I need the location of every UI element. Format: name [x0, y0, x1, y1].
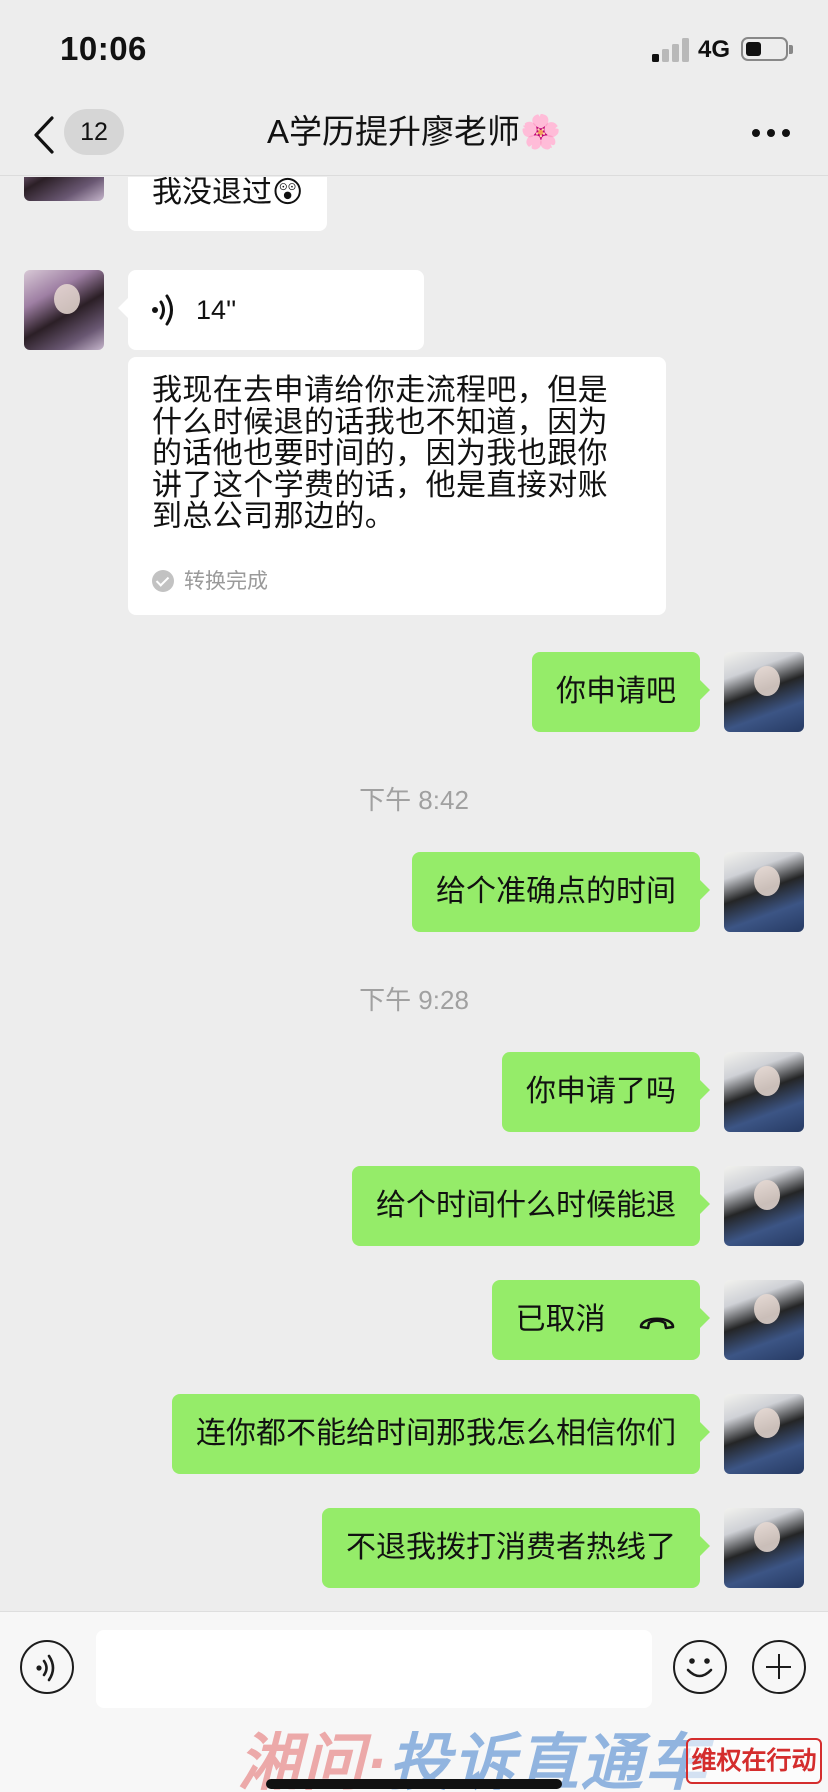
message-bubble[interactable]: 你申请吧: [532, 652, 710, 732]
transcript-line: 到总公司那边的。: [152, 500, 396, 533]
contact-avatar[interactable]: [24, 177, 104, 201]
message-text: 连你都不能给时间那我怎么相信你们: [196, 1417, 676, 1450]
message-text: 给个时间什么时候能退: [376, 1189, 676, 1222]
message-bubble[interactable]: 不退我拨打消费者热线了: [322, 1508, 710, 1588]
voice-message-bubble[interactable]: 14'': [118, 270, 424, 350]
emoji-icon[interactable]: [673, 1640, 727, 1694]
message-input[interactable]: [96, 1630, 652, 1708]
status-bar: 10:06 4G: [0, 0, 828, 96]
timestamp: 下午 8:42: [359, 785, 469, 815]
voice-transcript[interactable]: 我现在去申请给你走流程吧，但是 什么时候退的话我也不知道，因为 的话他也要时间的…: [128, 357, 666, 615]
transcript-text: 我现在去申请给你走流程吧，但是 什么时候退的话我也不知道，因为 的话他也要时间的…: [152, 375, 642, 533]
message-bubble[interactable]: 我没退过😲: [128, 177, 328, 231]
status-time: 10:06: [60, 30, 147, 67]
message-bubble[interactable]: 给个时间什么时候能退: [352, 1166, 710, 1246]
transcript-line: 讲了这个学费的话，他是直接对账: [152, 468, 608, 502]
message-text: 你申请了吗: [526, 1075, 676, 1108]
message-text: 不退我拨打消费者热线了: [346, 1531, 676, 1564]
message-bubble[interactable]: 连你都不能给时间那我怎么相信你们: [172, 1394, 710, 1474]
chat-title: A学历提升廖老师🌸: [266, 113, 562, 150]
plus-icon[interactable]: [752, 1640, 806, 1694]
network-label: 4G: [698, 36, 731, 63]
message-list[interactable]: 我没退过😲 14'' 我现在去申请给你走流程吧，但是 什么时候退的话我也不知道，…: [0, 177, 828, 1611]
call-status-text: 已取消: [515, 1303, 606, 1336]
my-avatar[interactable]: [724, 852, 804, 932]
call-record-bubble[interactable]: 已取消: [491, 1280, 711, 1360]
my-avatar[interactable]: [724, 652, 804, 732]
contact-avatar[interactable]: [24, 270, 104, 350]
message-bubble[interactable]: 你申请了吗: [502, 1052, 710, 1132]
input-bar: 湘问·投诉直通车 维权在行动: [0, 1611, 828, 1792]
home-indicator[interactable]: [266, 1779, 562, 1789]
phone-hangup-icon: [638, 1305, 676, 1330]
timestamp: 下午 9:28: [359, 985, 469, 1015]
my-avatar[interactable]: [724, 1508, 804, 1588]
transcript-line: 我现在去申请给你走流程吧，但是: [152, 374, 608, 407]
my-avatar[interactable]: [724, 1166, 804, 1246]
chat-header: 12 A学历提升廖老师🌸: [0, 96, 828, 176]
my-avatar[interactable]: [724, 1394, 804, 1474]
transcript-line: 的话他也要时间的，因为我也跟你: [152, 437, 608, 470]
watermark-stamp: 维权在行动: [686, 1738, 822, 1784]
message-bubble[interactable]: 给个准确点的时间: [412, 852, 710, 932]
voice-input-icon[interactable]: [20, 1640, 74, 1694]
transcript-line: 什么时候退的话我也不知道，因为: [152, 405, 608, 439]
transcript-status-label: 转换完成: [184, 570, 268, 593]
my-avatar[interactable]: [724, 1052, 804, 1132]
transcript-status: 转换完成: [152, 565, 268, 595]
voice-wave-icon: [150, 292, 180, 328]
more-icon[interactable]: [752, 129, 790, 139]
check-icon: [152, 570, 174, 592]
battery-icon: [741, 37, 793, 61]
message-text: 我没退过😲: [152, 177, 304, 209]
voice-duration: 14'': [196, 295, 237, 325]
message-text: 给个准确点的时间: [436, 875, 676, 908]
message-text: 你申请吧: [556, 675, 676, 708]
my-avatar[interactable]: [724, 1280, 804, 1360]
signal-icon: [652, 37, 692, 62]
